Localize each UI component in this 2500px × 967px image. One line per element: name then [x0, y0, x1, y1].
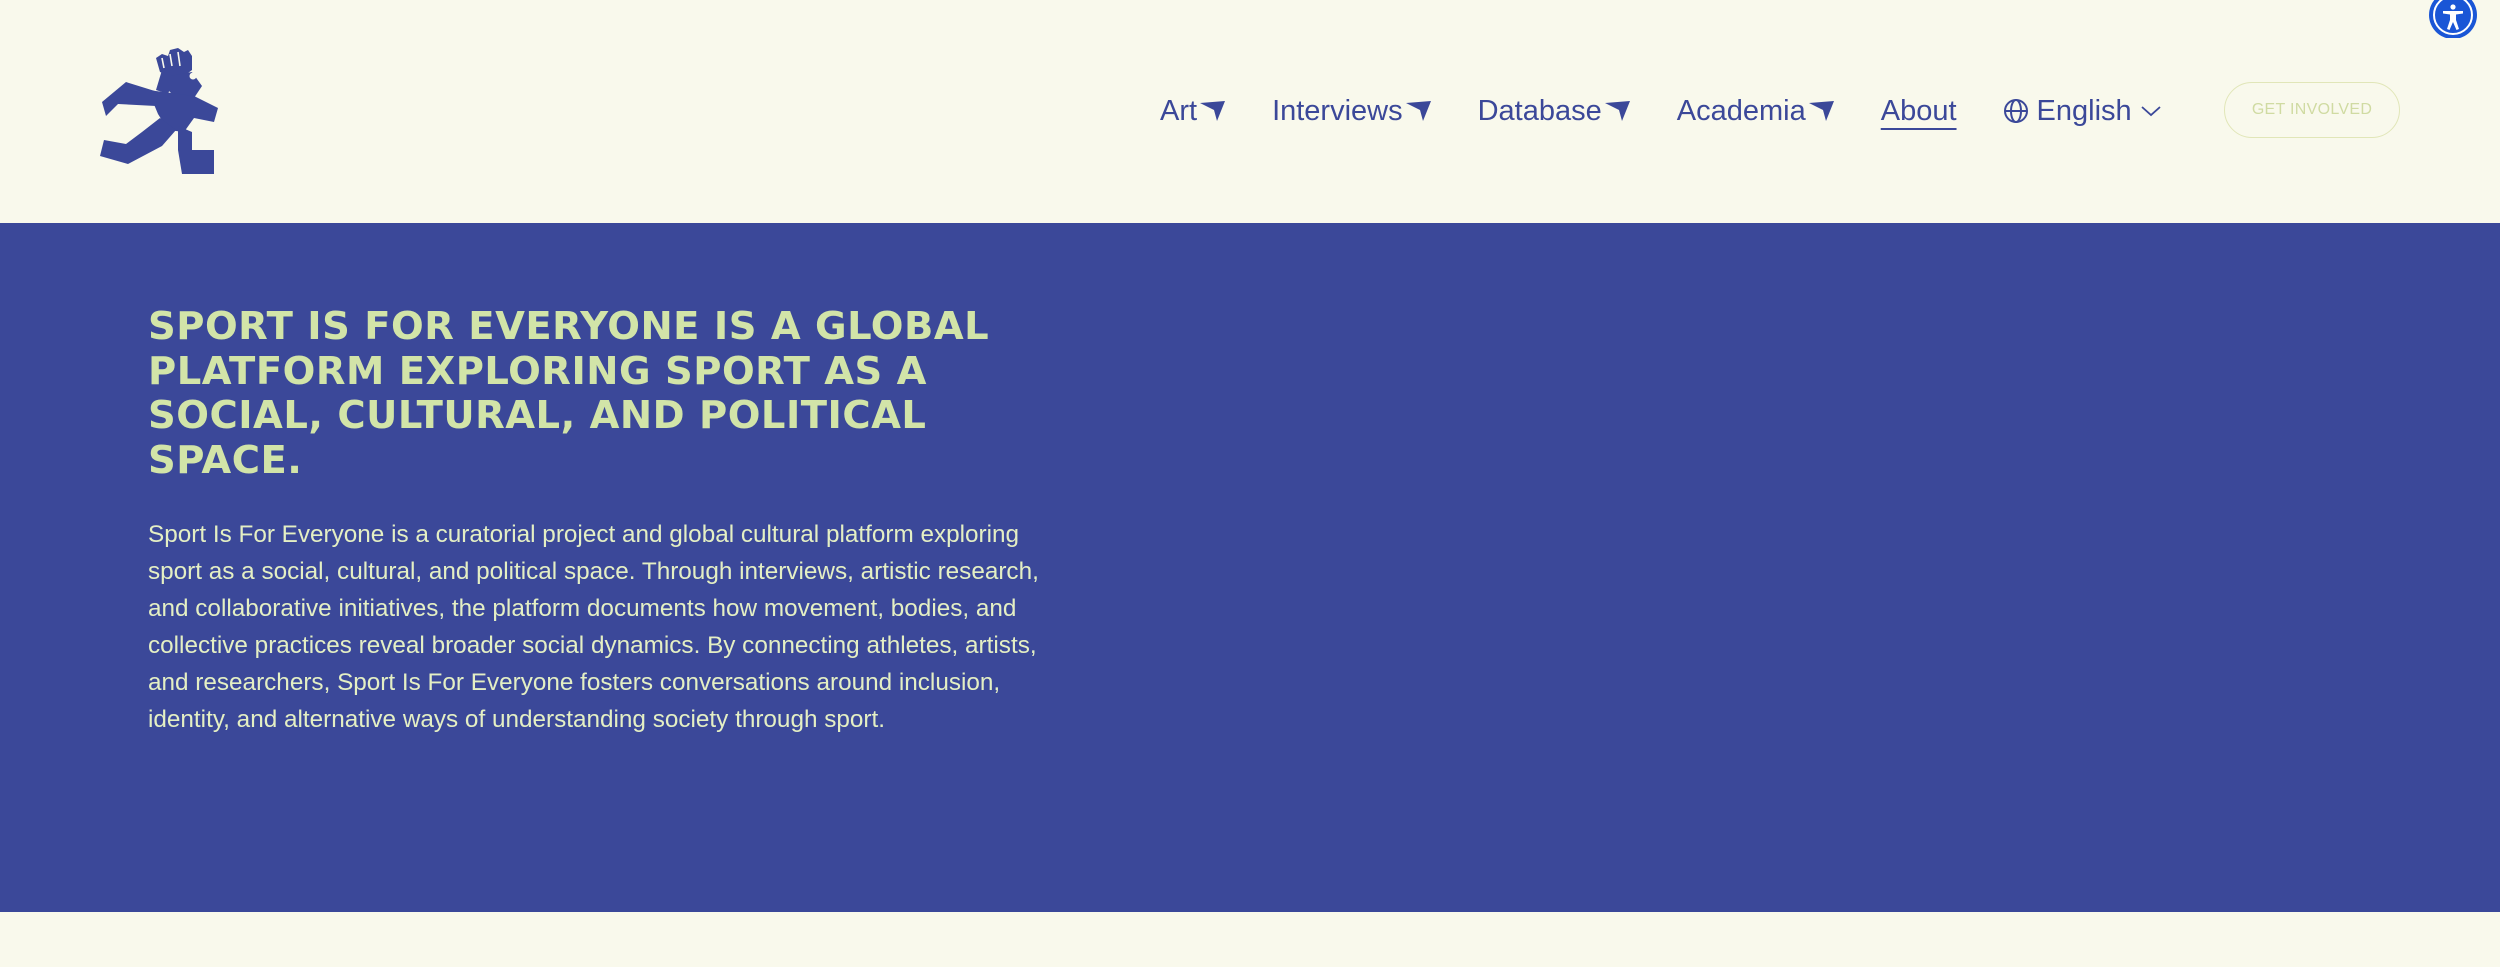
nav-item-interviews[interactable]: Interviews: [1272, 95, 1432, 128]
main-nav: Art Interviews Database Academia About E…: [1160, 90, 2162, 132]
nav-item-database[interactable]: Database: [1478, 95, 1631, 128]
page: Art Interviews Database Academia About E…: [0, 0, 2500, 967]
dropdown-arrow-icon: [1200, 101, 1226, 121]
language-selector[interactable]: English: [2003, 95, 2162, 128]
nav-item-academia[interactable]: Academia: [1677, 95, 1835, 128]
nav-item-label: About: [1880, 94, 1957, 127]
accessibility-button[interactable]: [2428, 0, 2478, 39]
site-header: Art Interviews Database Academia About E…: [0, 0, 2500, 223]
nav-item-label: Art: [1160, 94, 1198, 127]
accessibility-icon: [2429, 0, 2477, 39]
nav-item-label: Database: [1477, 94, 1602, 127]
site-logo[interactable]: [98, 46, 232, 176]
dropdown-arrow-icon: [1808, 101, 1834, 121]
page-bottom-strip: [0, 912, 2500, 967]
globe-icon: [2003, 99, 2028, 123]
running-figure-logo-icon: [100, 48, 218, 174]
dropdown-arrow-icon: [1604, 101, 1630, 121]
nav-item-about[interactable]: About: [1881, 95, 1957, 128]
get-involved-button[interactable]: GET INVOLVED: [2224, 82, 2400, 138]
hero-description: Sport Is For Everyone is a curatorial pr…: [148, 521, 1039, 733]
hero-section: SPORT IS FOR EVERYONE IS A GLOBAL PLATFO…: [0, 223, 2500, 912]
language-label: English: [2036, 94, 2132, 127]
dropdown-arrow-icon: [1405, 101, 1431, 121]
chevron-down-icon: [2141, 106, 2161, 117]
nav-item-label: Academia: [1676, 94, 1806, 127]
nav-item-label: Interviews: [1272, 94, 1403, 127]
hero-title: SPORT IS FOR EVERYONE IS A GLOBAL PLATFO…: [148, 304, 990, 483]
nav-item-art[interactable]: Art: [1160, 95, 1226, 128]
